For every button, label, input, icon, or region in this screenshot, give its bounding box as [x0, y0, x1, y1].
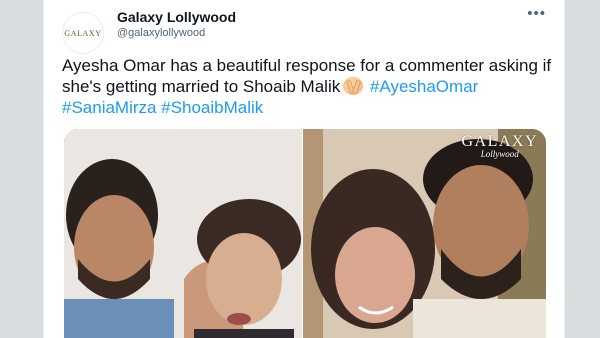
photo-right-illustration [303, 129, 546, 338]
account-handle[interactable]: @galaxylollywood [117, 27, 205, 39]
more-options-icon[interactable]: ••• [527, 5, 546, 22]
hashtag-shoaibmalik[interactable]: #ShoaibMalik [161, 98, 263, 117]
clapping-hands-icon [343, 77, 364, 95]
hashtag-saniamirza[interactable]: #SaniaMirza [62, 98, 157, 117]
tweet-text: Ayesha Omar has a beautiful response for… [62, 55, 552, 118]
account-name[interactable]: Galaxy Lollywood [117, 9, 236, 25]
account-avatar[interactable]: GALAXY [62, 12, 104, 54]
photo-left[interactable] [64, 129, 302, 338]
hashtag-ayeshaomar[interactable]: #AyeshaOmar [370, 77, 478, 96]
avatar-logo-text: GALAXY [64, 28, 102, 38]
tweet-media[interactable]: GALAXY Lollywood [64, 129, 546, 338]
tweet-card[interactable]: GALAXY Galaxy Lollywood @galaxylollywood… [43, 0, 565, 338]
galaxy-lollywood-watermark: GALAXY Lollywood [461, 133, 538, 159]
photo-left-illustration [64, 129, 302, 338]
photo-right[interactable]: GALAXY Lollywood [303, 129, 546, 338]
